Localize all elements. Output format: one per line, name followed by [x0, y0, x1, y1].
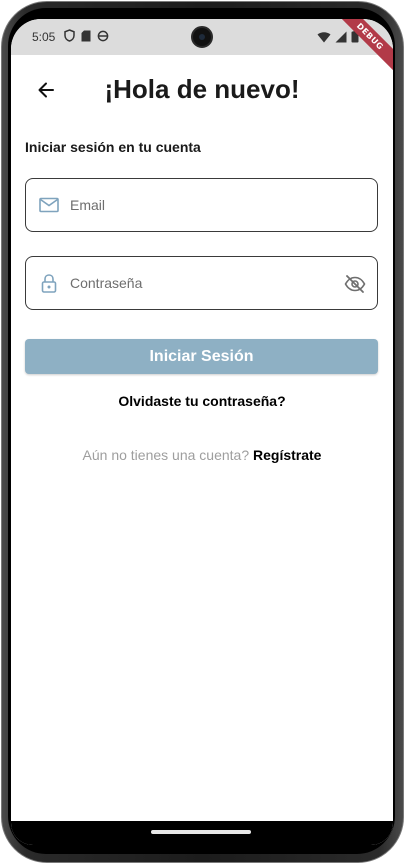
register-prompt: Aún no tienes una cuenta? — [82, 447, 253, 463]
sim-card-icon — [81, 30, 91, 42]
form-subtitle: Iniciar sesión en tu cuenta — [25, 139, 201, 155]
register-link[interactable]: Regístrate — [253, 447, 321, 463]
password-field[interactable]: Contraseña — [25, 256, 378, 310]
app-screen: 5:05 DEBUG ¡Hola de nuevo! Iniciar sesió… — [11, 19, 393, 845]
login-button[interactable]: Iniciar Sesión — [25, 339, 378, 374]
status-icons-right — [317, 30, 359, 48]
mail-icon — [38, 194, 60, 216]
lock-icon — [38, 272, 60, 294]
home-indicator[interactable] — [151, 830, 251, 834]
forgot-password-link[interactable]: Olvidaste tu contraseña? — [11, 393, 393, 409]
phone-device: 5:05 DEBUG ¡Hola de nuevo! Iniciar sesió… — [0, 0, 405, 865]
email-placeholder: Email — [70, 197, 106, 213]
front-camera — [191, 26, 213, 48]
status-icons-left — [64, 29, 109, 42]
shield-icon — [64, 29, 75, 42]
app-bar: ¡Hola de nuevo! — [11, 55, 393, 127]
system-nav-bar — [11, 821, 393, 845]
email-field[interactable]: Email — [25, 178, 378, 232]
eye-off-icon[interactable] — [343, 272, 367, 296]
sync-icon — [97, 30, 109, 42]
status-time: 5:05 — [32, 30, 56, 44]
status-bar: 5:05 DEBUG — [11, 19, 393, 74]
wifi-icon — [317, 30, 331, 48]
password-placeholder: Contraseña — [70, 275, 143, 291]
signal-icon — [335, 30, 347, 48]
register-line: Aún no tienes una cuenta? Regístrate — [11, 447, 393, 463]
page-title: ¡Hola de nuevo! — [104, 74, 300, 104]
